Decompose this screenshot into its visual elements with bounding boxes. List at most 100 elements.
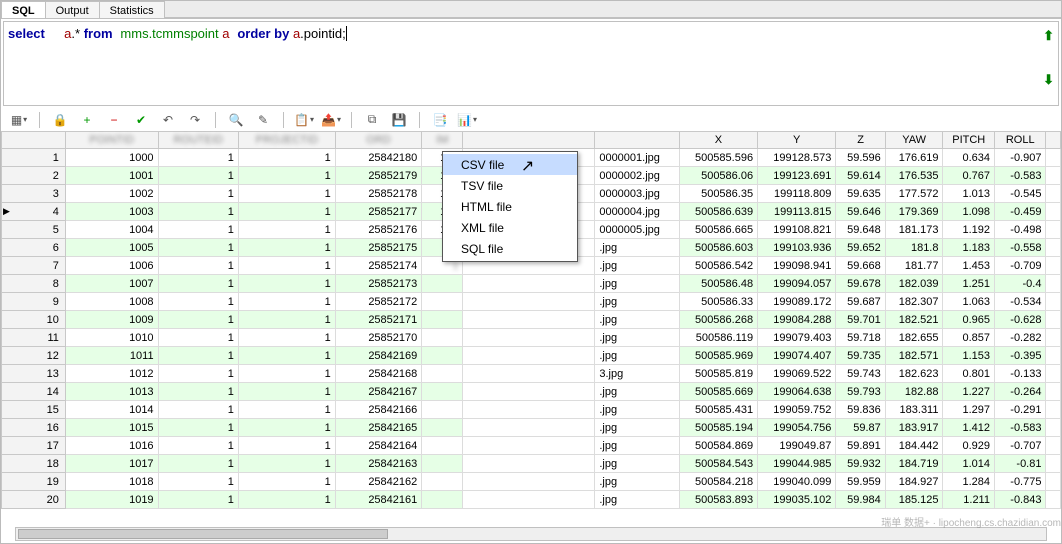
lock-button[interactable]: 🔒 (51, 111, 69, 129)
cell-extra[interactable] (1046, 257, 1061, 275)
cell-file[interactable]: .jpg (595, 437, 679, 455)
cell-file[interactable]: .jpg (595, 491, 679, 509)
cell-routeid[interactable]: 1 (158, 221, 238, 239)
cell-file[interactable]: 0000004.jpg (595, 203, 679, 221)
cell-extra[interactable] (1046, 437, 1061, 455)
cell-roll[interactable]: -0.498 (994, 221, 1046, 239)
cell-roll[interactable]: -0.291 (994, 401, 1046, 419)
cell-z[interactable]: 59.652 (836, 239, 885, 257)
cell-extra[interactable] (1046, 455, 1061, 473)
cell-extra[interactable] (1046, 275, 1061, 293)
cell-pointid[interactable]: 1016 (65, 437, 158, 455)
cell-pointid[interactable]: 1013 (65, 383, 158, 401)
cell-y[interactable]: 199040.099 (758, 473, 836, 491)
rowheader[interactable]: 6 (2, 239, 66, 257)
cell-im[interactable] (422, 401, 463, 419)
edit-button[interactable]: ✎ (254, 111, 272, 129)
cell-im[interactable] (422, 275, 463, 293)
cell-routeid[interactable]: 1 (158, 401, 238, 419)
table-row[interactable]: 2010191125842161.jpg500583.893199035.102… (2, 491, 1061, 509)
cell-projectid[interactable]: 1 (238, 239, 335, 257)
col-pointid[interactable]: POINTID (65, 132, 158, 149)
cell-roll[interactable]: -0.707 (994, 437, 1046, 455)
sql-editor[interactable]: select a.* from mms.tcmmspoint a order b… (3, 21, 1059, 106)
cell-blank[interactable] (463, 455, 595, 473)
cell-routeid[interactable]: 1 (158, 293, 238, 311)
cell-yaw[interactable]: 182.571 (885, 347, 943, 365)
col-pitch[interactable]: PITCH (943, 132, 995, 149)
cell-routeid[interactable]: 1 (158, 437, 238, 455)
cell-extra[interactable] (1046, 347, 1061, 365)
cell-pitch[interactable]: 1.063 (943, 293, 995, 311)
cell-routeid[interactable]: 1 (158, 167, 238, 185)
cell-z[interactable]: 59.743 (836, 365, 885, 383)
cell-extra[interactable] (1046, 365, 1061, 383)
cell-blank[interactable] (463, 437, 595, 455)
cell-blank[interactable] (463, 311, 595, 329)
commit-button[interactable]: ✔ (132, 111, 150, 129)
rowheader[interactable]: 16 (2, 419, 66, 437)
cell-extra[interactable] (1046, 185, 1061, 203)
rowheader[interactable]: 8 (2, 275, 66, 293)
cell-x[interactable]: 500586.268 (679, 311, 757, 329)
rowheader[interactable]: 18 (2, 455, 66, 473)
cell-y[interactable]: 199103.936 (758, 239, 836, 257)
cell-projectid[interactable]: 1 (238, 311, 335, 329)
bookmark-button[interactable]: 📑 (431, 111, 449, 129)
cell-pitch[interactable]: 1.211 (943, 491, 995, 509)
remove-row-button[interactable]: − (105, 111, 123, 129)
rowheader[interactable]: 10 (2, 311, 66, 329)
cell-blank[interactable] (463, 365, 595, 383)
col-im[interactable]: IM (422, 132, 463, 149)
table-row[interactable]: 1610151125842165.jpg500585.194199054.756… (2, 419, 1061, 437)
cell-y[interactable]: 199123.691 (758, 167, 836, 185)
cell-pitch[interactable]: 1.453 (943, 257, 995, 275)
cell-im[interactable] (422, 329, 463, 347)
table-row[interactable]: 1710161125842164.jpg500584.869199049.875… (2, 437, 1061, 455)
export-button[interactable]: 📤 (322, 111, 340, 129)
cell-yaw[interactable]: 184.442 (885, 437, 943, 455)
cell-pointid[interactable]: 1017 (65, 455, 158, 473)
cell-extra[interactable] (1046, 329, 1061, 347)
cell-yaw[interactable]: 182.623 (885, 365, 943, 383)
cell-projectid[interactable]: 1 (238, 401, 335, 419)
cell-ord[interactable]: 25852174 (335, 257, 422, 275)
cell-file[interactable]: .jpg (595, 257, 679, 275)
cell-yaw[interactable]: 184.719 (885, 455, 943, 473)
cell-pitch[interactable]: 1.284 (943, 473, 995, 491)
cell-routeid[interactable]: 1 (158, 347, 238, 365)
cell-ord[interactable]: 25852176 (335, 221, 422, 239)
cell-ord[interactable]: 25842163 (335, 455, 422, 473)
cell-x[interactable]: 500585.819 (679, 365, 757, 383)
cell-im[interactable] (422, 419, 463, 437)
cell-projectid[interactable]: 1 (238, 257, 335, 275)
table-row[interactable]: 1410131125842167.jpg500585.669199064.638… (2, 383, 1061, 401)
cell-z[interactable]: 59.646 (836, 203, 885, 221)
cell-projectid[interactable]: 1 (238, 149, 335, 167)
cell-pitch[interactable]: 1.013 (943, 185, 995, 203)
cell-projectid[interactable]: 1 (238, 383, 335, 401)
cell-roll[interactable]: -0.4 (994, 275, 1046, 293)
cell-yaw[interactable]: 181.173 (885, 221, 943, 239)
cell-roll[interactable]: -0.534 (994, 293, 1046, 311)
col-file[interactable] (595, 132, 679, 149)
cell-roll[interactable]: -0.545 (994, 185, 1046, 203)
rowheader[interactable]: 7 (2, 257, 66, 275)
cell-y[interactable]: 199054.756 (758, 419, 836, 437)
cell-blank[interactable] (463, 329, 595, 347)
cell-im[interactable] (422, 437, 463, 455)
table-row[interactable]: 1010091125852171.jpg500586.268199084.288… (2, 311, 1061, 329)
cell-pointid[interactable]: 1015 (65, 419, 158, 437)
cell-z[interactable]: 59.959 (836, 473, 885, 491)
cell-yaw[interactable]: 185.125 (885, 491, 943, 509)
cell-z[interactable]: 59.932 (836, 455, 885, 473)
cell-roll[interactable]: -0.843 (994, 491, 1046, 509)
cell-im[interactable] (422, 311, 463, 329)
cell-extra[interactable] (1046, 383, 1061, 401)
cell-pitch[interactable]: 0.801 (943, 365, 995, 383)
cell-yaw[interactable]: 176.619 (885, 149, 943, 167)
cell-file[interactable]: 0000001.jpg (595, 149, 679, 167)
cell-z[interactable]: 59.648 (836, 221, 885, 239)
find-button[interactable]: 🔍 (227, 111, 245, 129)
cell-routeid[interactable]: 1 (158, 203, 238, 221)
